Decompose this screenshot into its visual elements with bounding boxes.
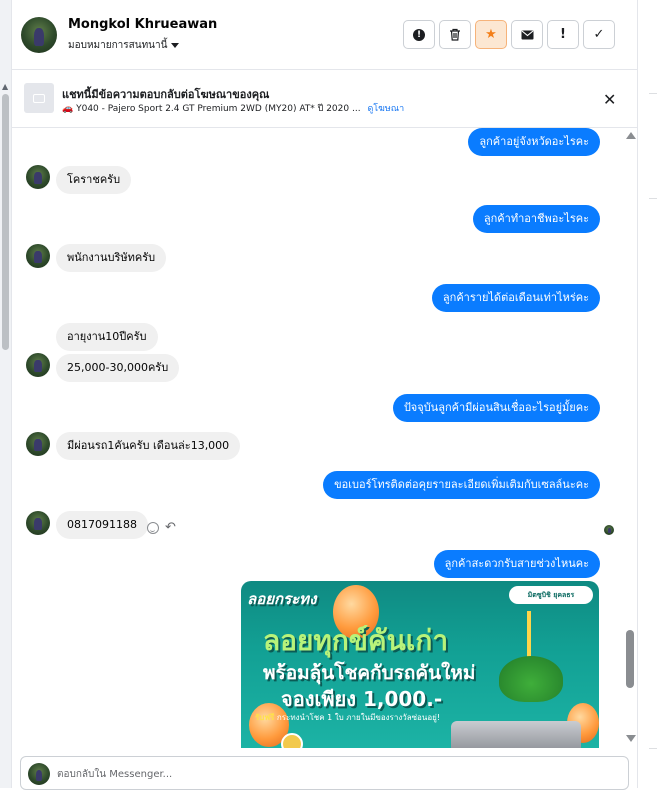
promo-image[interactable]: ลอยกระทง มิตซูบิชิ ยุคลธร ลอยทุกข์คันเก่… [241,581,599,748]
outgoing-message[interactable]: ลูกค้าอยู่จังหวัดอะไรคะ [468,128,600,157]
delete-button[interactable] [439,20,471,49]
ad-banner-subtitle: 🚗 Y040 - Pajero Sport 2.4 GT Premium 2WD… [62,101,404,115]
spam-button[interactable]: ! [403,20,435,49]
outgoing-message[interactable]: ลูกค้าสะดวกรับสายช่วงไหนคะ [433,550,600,579]
contact-name[interactable]: Mongkol Khrueawan [68,17,217,32]
car-image [451,721,581,748]
header-actions: ! ★ ! ✓ [403,20,615,49]
star-button[interactable]: ★ [475,20,507,49]
checkmark-icon: ✓ [593,27,605,42]
left-scrollbar-thumb[interactable] [2,94,9,350]
trash-icon [450,28,460,41]
ad-name: Y040 - Pajero Sport 2.4 GT Premium 2WD (… [76,104,361,114]
scroll-down-icon[interactable] [626,735,636,742]
right-side-panel [637,0,657,788]
envelope-icon [521,30,533,39]
mark-done-button[interactable]: ✓ [583,20,615,49]
contact-avatar-small [26,244,50,268]
ad-reply-banner: แชทนี้มีข้อความตอบกลับต่อโฆษณาของคุณ 🚗 Y… [12,70,637,128]
outgoing-message[interactable]: ขอเบอร์โทรติดต่อคุยรายละเอียดเพิ่มเติมกั… [323,471,600,500]
outgoing-message[interactable]: ลูกค้ารายได้ต่อเดือนเท่าไหร่คะ [431,284,600,313]
promo-kicker: ลอยกระทง [247,590,317,608]
video-icon [33,93,45,103]
view-ad-link[interactable]: ดูโฆษณา [367,104,404,114]
exclamation-icon: ! [560,27,566,42]
message-actions: ↶ [147,520,176,535]
krathong-decoration [499,656,563,702]
seen-indicator-avatar [604,525,614,535]
chevron-down-icon [171,43,180,48]
scroll-up-icon[interactable] [626,132,636,139]
dealer-logo: มิตซูบิชิ ยุคลธร [509,586,593,604]
left-scroll-gutter[interactable]: ▲ [0,0,12,788]
incoming-message[interactable]: พนักงานบริษัทครับ [56,244,167,273]
star-icon: ★ [485,27,497,42]
chat-scrollbar-thumb[interactable] [626,630,634,688]
incoming-message[interactable]: 0817091188 [56,511,148,540]
assign-conversation-dropdown[interactable]: มอบหมายการสนทนานี้ [68,38,180,53]
scroll-up-arrow-icon[interactable]: ▲ [2,82,8,91]
conversation-header: Mongkol Khrueawan มอบหมายการสนทนานี้ ! ★… [12,0,637,70]
contact-avatar-small [26,432,50,456]
reply-icon[interactable]: ↶ [165,520,176,535]
candle-decoration [527,611,531,657]
assign-label: มอบหมายการสนทนานี้ [68,40,168,51]
contact-avatar[interactable] [21,17,57,53]
promo-detail: รับฟรี กระทงนำโชค 1 ใบ ภายในมีของรางวัลซ… [255,713,441,722]
incoming-message[interactable]: 25,000-30,000ครับ [56,354,180,383]
car-icon: 🚗 [62,104,74,114]
alert-circle-icon: ! [413,28,425,41]
follow-up-button[interactable]: ! [547,20,579,49]
close-icon[interactable]: ✕ [603,90,616,109]
incoming-message[interactable]: มีผ่อนรถ1คันครับ เดือนล่ะ13,000 [56,432,241,461]
mark-unread-button[interactable] [511,20,543,49]
page-avatar [28,763,50,785]
message-thread[interactable]: ลูกค้าอยู่จังหวัดอะไรคะ โคราชครับ ลูกค้า… [12,128,637,748]
ad-video-thumbnail[interactable] [24,83,54,113]
reply-composer [20,756,629,790]
award-badge-icon [281,733,303,748]
emoji-react-icon[interactable] [147,521,159,534]
chat-scrollbar[interactable] [624,128,636,748]
contact-avatar-small [26,165,50,189]
incoming-message[interactable]: โคราชครับ [56,166,132,195]
reply-input[interactable] [57,763,617,785]
outgoing-message[interactable]: ปัจจุบันลูกค้ามีผ่อนสินเชื่ออะไรอยู่มั้ย… [392,394,600,423]
contact-avatar-small [26,353,50,377]
contact-avatar-small [26,511,50,535]
incoming-message[interactable]: อายุงาน10ปีครับ [56,323,158,352]
promo-headline: ลอยทุกข์คันเก่า [263,624,449,657]
outgoing-message[interactable]: ลูกค้าทำอาชีพอะไรคะ [472,205,600,234]
